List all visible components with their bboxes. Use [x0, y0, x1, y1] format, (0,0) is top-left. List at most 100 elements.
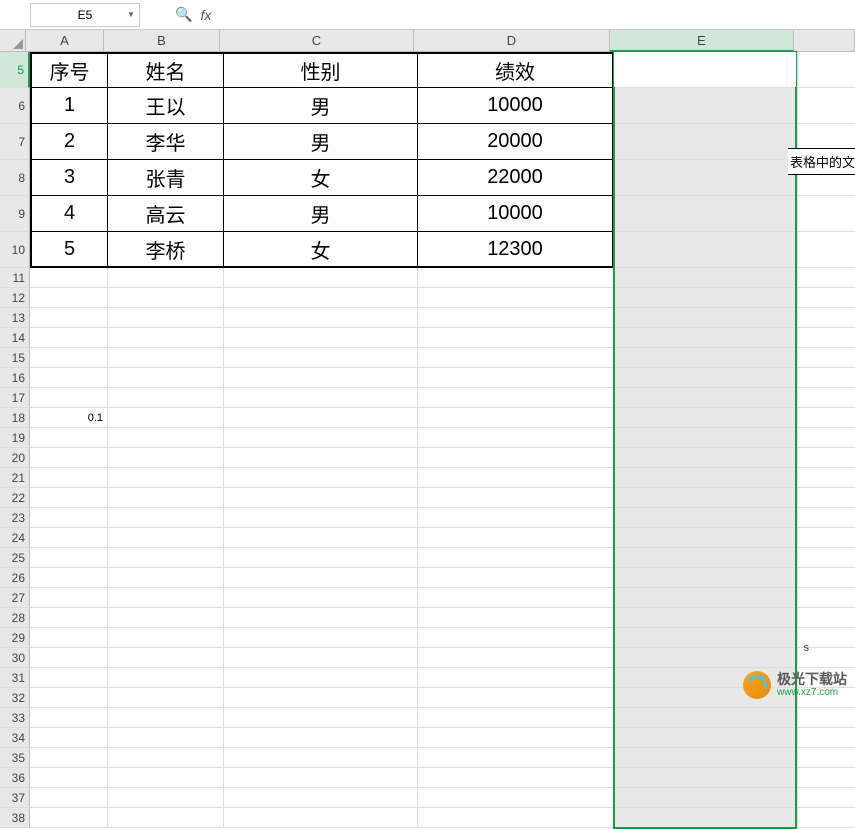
cell-B14[interactable]	[108, 328, 224, 348]
cell-A31[interactable]	[30, 668, 108, 688]
cell-D19[interactable]	[418, 428, 614, 448]
cell-14[interactable]	[798, 328, 855, 348]
cell-D20[interactable]	[418, 448, 614, 468]
cell-B10[interactable]: 李桥	[108, 232, 224, 268]
cell-C38[interactable]	[224, 808, 418, 828]
cell-B38[interactable]	[108, 808, 224, 828]
row-header-24[interactable]: 24	[0, 528, 30, 548]
row-header-6[interactable]: 6	[0, 88, 30, 124]
cell-A22[interactable]	[30, 488, 108, 508]
cell-E28[interactable]	[614, 608, 798, 628]
cell-C23[interactable]	[224, 508, 418, 528]
cell-C6[interactable]: 男	[224, 88, 418, 124]
cell-E11[interactable]	[614, 268, 798, 288]
row-header-30[interactable]: 30	[0, 648, 30, 668]
cell-A10[interactable]: 5	[30, 232, 108, 268]
cell-D24[interactable]	[418, 528, 614, 548]
cell-C14[interactable]	[224, 328, 418, 348]
row-header-18[interactable]: 18	[0, 408, 30, 428]
name-box[interactable]: E5 ▼	[30, 3, 140, 27]
cell-C17[interactable]	[224, 388, 418, 408]
cell-A28[interactable]	[30, 608, 108, 628]
cell-10[interactable]	[798, 232, 855, 268]
cell-C12[interactable]	[224, 288, 418, 308]
cell-C27[interactable]	[224, 588, 418, 608]
cell-A16[interactable]	[30, 368, 108, 388]
row-header-37[interactable]: 37	[0, 788, 30, 808]
cell-A32[interactable]	[30, 688, 108, 708]
cell-E6[interactable]	[614, 88, 798, 124]
cell-18[interactable]	[798, 408, 855, 428]
cell-E17[interactable]	[614, 388, 798, 408]
cell-E12[interactable]	[614, 288, 798, 308]
cell-C32[interactable]	[224, 688, 418, 708]
cell-C7[interactable]: 男	[224, 124, 418, 160]
cell-B30[interactable]	[108, 648, 224, 668]
cell-D13[interactable]	[418, 308, 614, 328]
cell-A20[interactable]	[30, 448, 108, 468]
cell-D21[interactable]	[418, 468, 614, 488]
cell-13[interactable]	[798, 308, 855, 328]
cell-D31[interactable]	[418, 668, 614, 688]
cell-A27[interactable]	[30, 588, 108, 608]
cell-D26[interactable]	[418, 568, 614, 588]
cell-B17[interactable]	[108, 388, 224, 408]
cell-E19[interactable]	[614, 428, 798, 448]
cell-A24[interactable]	[30, 528, 108, 548]
cell-D17[interactable]	[418, 388, 614, 408]
row-header-38[interactable]: 38	[0, 808, 30, 828]
row-header-32[interactable]: 32	[0, 688, 30, 708]
cell-C31[interactable]	[224, 668, 418, 688]
cell-B19[interactable]	[108, 428, 224, 448]
cell-D11[interactable]	[418, 268, 614, 288]
cell-B34[interactable]	[108, 728, 224, 748]
cell-A9[interactable]: 4	[30, 196, 108, 232]
row-header-5[interactable]: 5	[0, 52, 30, 88]
column-header-D[interactable]: D	[414, 30, 610, 52]
cell-D33[interactable]	[418, 708, 614, 728]
search-icon[interactable]: 🔍	[175, 6, 192, 23]
cell-B20[interactable]	[108, 448, 224, 468]
cell-E8[interactable]	[614, 160, 798, 196]
cell-E13[interactable]	[614, 308, 798, 328]
cell-B11[interactable]	[108, 268, 224, 288]
cell-A6[interactable]: 1	[30, 88, 108, 124]
column-header-A[interactable]: A	[26, 30, 104, 52]
row-header-16[interactable]: 16	[0, 368, 30, 388]
cell-E36[interactable]	[614, 768, 798, 788]
cell-E37[interactable]	[614, 788, 798, 808]
cell-15[interactable]	[798, 348, 855, 368]
column-header-extra[interactable]	[794, 30, 855, 52]
cell-D15[interactable]	[418, 348, 614, 368]
cell-A21[interactable]	[30, 468, 108, 488]
cell-36[interactable]	[798, 768, 855, 788]
row-header-15[interactable]: 15	[0, 348, 30, 368]
cell-A19[interactable]	[30, 428, 108, 448]
cell-A13[interactable]	[30, 308, 108, 328]
cells-area[interactable]: 序号姓名性别绩效1王以男100002李华男200003张青女220004高云男1…	[30, 52, 855, 828]
cell-20[interactable]	[798, 448, 855, 468]
cell-E30[interactable]	[614, 648, 798, 668]
cell-23[interactable]	[798, 508, 855, 528]
cell-B13[interactable]	[108, 308, 224, 328]
cell-E21[interactable]	[614, 468, 798, 488]
dropdown-icon[interactable]: ▼	[127, 10, 135, 19]
row-header-35[interactable]: 35	[0, 748, 30, 768]
cell-C35[interactable]	[224, 748, 418, 768]
cell-B15[interactable]	[108, 348, 224, 368]
cell-A7[interactable]: 2	[30, 124, 108, 160]
cell-E16[interactable]	[614, 368, 798, 388]
cell-A26[interactable]	[30, 568, 108, 588]
cell-C36[interactable]	[224, 768, 418, 788]
cell-B24[interactable]	[108, 528, 224, 548]
row-header-7[interactable]: 7	[0, 124, 30, 160]
cell-B7[interactable]: 李华	[108, 124, 224, 160]
row-header-12[interactable]: 12	[0, 288, 30, 308]
row-header-10[interactable]: 10	[0, 232, 30, 268]
cell-C37[interactable]	[224, 788, 418, 808]
row-header-26[interactable]: 26	[0, 568, 30, 588]
cell-A12[interactable]	[30, 288, 108, 308]
cell-A35[interactable]	[30, 748, 108, 768]
row-header-17[interactable]: 17	[0, 388, 30, 408]
cell-B8[interactable]: 张青	[108, 160, 224, 196]
